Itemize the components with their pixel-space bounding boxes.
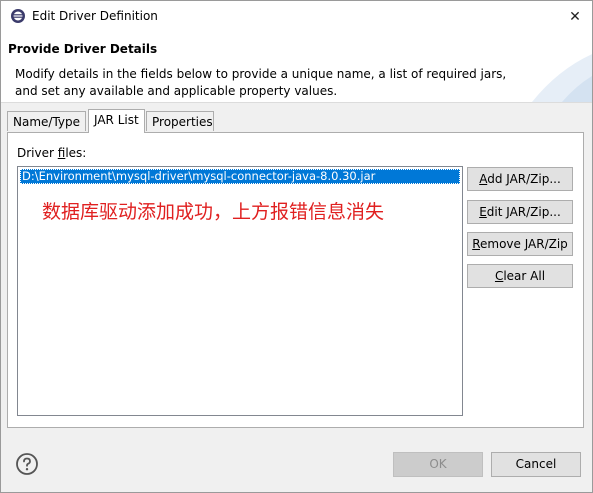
driver-files-label: Driver files: — [17, 146, 87, 160]
annotation-text: 数据库驱动添加成功，上方报错信息消失 — [42, 201, 385, 223]
jar-list-panel: Driver files: D:\Environment\mysql-drive… — [7, 132, 584, 428]
header-description: Modify details in the fields below to pr… — [15, 66, 515, 100]
header-title: Provide Driver Details — [8, 42, 158, 56]
close-icon: ✕ — [569, 8, 581, 25]
edit-jar-button[interactable]: Edit JAR/Zip... — [467, 200, 573, 224]
help-icon[interactable] — [15, 452, 39, 476]
tab-name-type[interactable]: Name/Type — [7, 111, 86, 131]
cancel-button[interactable]: Cancel — [491, 452, 581, 477]
ok-button[interactable]: OK — [393, 452, 483, 477]
remove-jar-button[interactable]: Remove JAR/Zip — [467, 232, 573, 256]
title-bar[interactable]: Edit Driver Definition ✕ — [1, 1, 592, 32]
dialog-header: Provide Driver Details Modify details in… — [1, 32, 592, 103]
edit-driver-dialog: Edit Driver Definition ✕ Provide Driver … — [0, 0, 593, 493]
window-title: Edit Driver Definition — [32, 9, 158, 23]
header-description-line: and set any available and applicable pro… — [15, 84, 338, 98]
list-item[interactable]: D:\Environment\mysql-driver\mysql-connec… — [20, 169, 460, 184]
close-button[interactable]: ✕ — [558, 1, 592, 32]
header-description-line: Modify details in the fields below to pr… — [15, 67, 507, 81]
clear-all-button[interactable]: Clear All — [467, 264, 573, 288]
tab-jar-list[interactable]: JAR List — [88, 109, 145, 133]
eclipse-app-icon — [11, 9, 25, 23]
add-jar-button[interactable]: Add JAR/Zip... — [467, 167, 573, 191]
tab-properties[interactable]: Properties — [146, 111, 214, 131]
